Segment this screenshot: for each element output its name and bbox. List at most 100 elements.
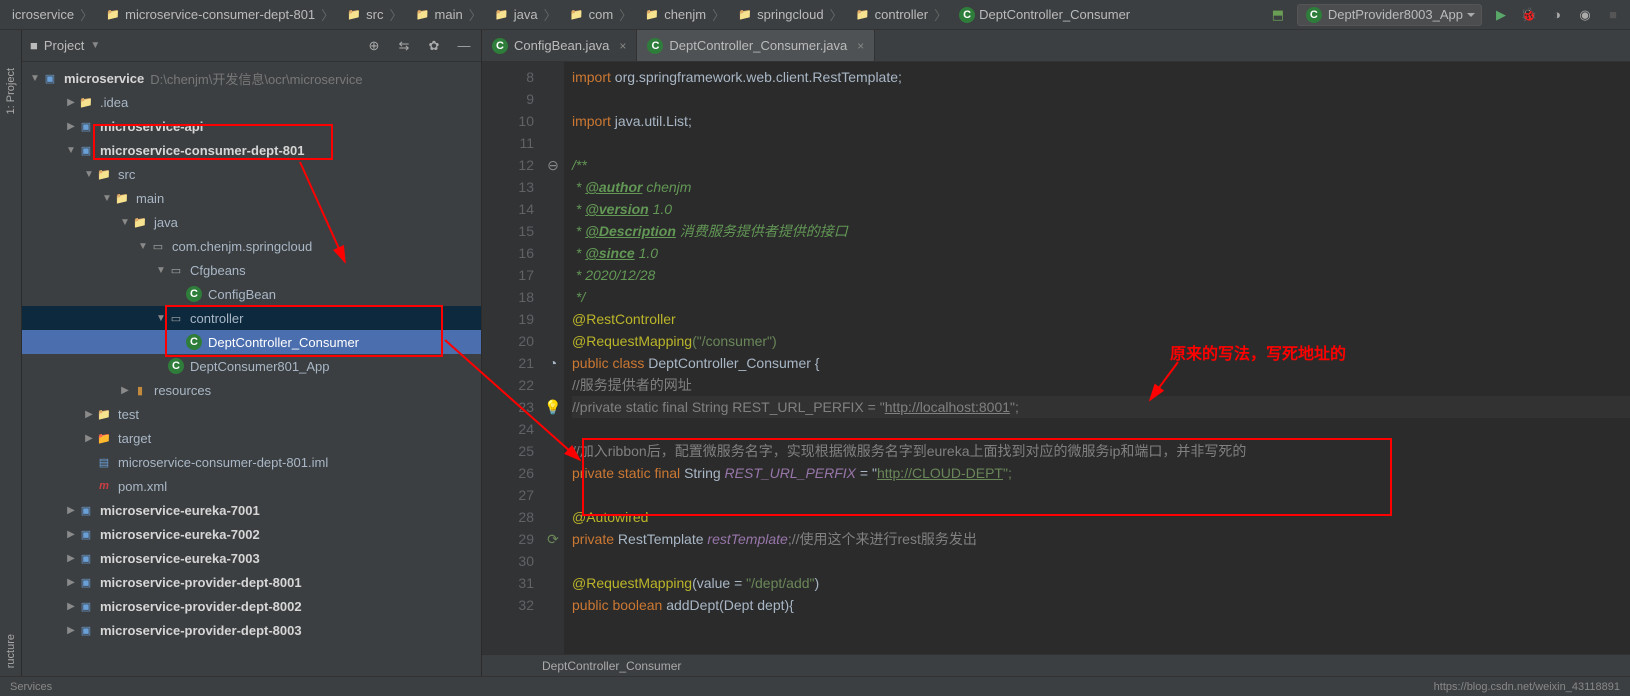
expand-icon[interactable]: ⇆ — [395, 37, 413, 55]
editor-tabs: ConfigBean.java×DeptController_Consumer.… — [482, 30, 1630, 62]
project-tool-window: ■ Project ▼ ⊕ ⇆ ✿ — ▼microservice D:\che… — [22, 30, 482, 676]
folder-icon — [415, 7, 431, 23]
module-icon — [78, 118, 94, 134]
tree-item[interactable]: ▼controller — [22, 306, 481, 330]
tree-item[interactable]: DeptController_Consumer — [22, 330, 481, 354]
tree-item[interactable]: ▶microservice-eureka-7001 — [22, 498, 481, 522]
tree-item[interactable]: ▼main — [22, 186, 481, 210]
tree-item[interactable]: ▶microservice-eureka-7002 — [22, 522, 481, 546]
breadcrumb-item[interactable]: com〉 — [565, 3, 639, 26]
close-icon[interactable]: × — [619, 39, 626, 53]
folder-icon — [346, 7, 362, 23]
breadcrumb-item[interactable]: src〉 — [342, 3, 408, 26]
module-icon — [78, 550, 94, 566]
editor-breadcrumb[interactable]: DeptController_Consumer — [482, 654, 1630, 676]
breadcrumb-item[interactable]: main〉 — [411, 3, 488, 26]
breadcrumb-item[interactable]: microservice-consumer-dept-801〉 — [101, 3, 340, 26]
breadcrumb-item[interactable]: springcloud〉 — [733, 3, 849, 26]
folder-icon — [644, 7, 660, 23]
tree-item[interactable]: ▼microservice-consumer-dept-801 — [22, 138, 481, 162]
breadcrumb-item[interactable]: DeptController_Consumer — [955, 5, 1134, 25]
breadcrumb-item[interactable]: controller〉 — [851, 3, 953, 26]
module-icon — [78, 502, 94, 518]
tree-item[interactable]: DeptConsumer801_App — [22, 354, 481, 378]
top-toolbar: icroservice〉microservice-consumer-dept-8… — [0, 0, 1630, 30]
project-panel-title[interactable]: ■ Project ▼ — [30, 38, 365, 53]
tool-tab-project[interactable]: 1: Project — [5, 60, 17, 122]
code-content[interactable]: import org.springframework.web.client.Re… — [564, 62, 1630, 654]
tool-tab-project-label: 1: Project — [5, 68, 17, 114]
iml-icon — [96, 454, 112, 470]
folder-icon — [105, 7, 121, 23]
breadcrumb-item[interactable]: java〉 — [490, 3, 563, 26]
tool-tab-structure[interactable]: ructure — [5, 626, 17, 676]
tree-item[interactable]: ▼com.chenjm.springcloud — [22, 234, 481, 258]
debug-button[interactable]: 🐞 — [1520, 6, 1538, 24]
top-actions: ⬒ DeptProvider8003_App ▶ 🐞 ◑ ◉ ■ — [1269, 4, 1622, 26]
tool-window-bar: 1: Project ructure — [0, 30, 22, 676]
run-config-selector[interactable]: DeptProvider8003_App — [1297, 4, 1482, 26]
pkg-icon — [150, 238, 166, 254]
editor-tab[interactable]: ConfigBean.java× — [482, 30, 637, 61]
stop-button[interactable]: ■ — [1604, 6, 1622, 24]
project-title-text: Project — [44, 38, 84, 53]
target-icon — [96, 430, 112, 446]
run-button[interactable]: ▶ — [1492, 6, 1510, 24]
tree-root[interactable]: ▼microservice D:\chenjm\开发信息\ocr\microse… — [22, 66, 481, 90]
breadcrumb-item[interactable]: chenjm〉 — [640, 3, 731, 26]
folder-icon — [855, 7, 871, 23]
res-icon — [132, 382, 148, 398]
tree-item[interactable]: ▶.idea — [22, 90, 481, 114]
folder-icon — [494, 7, 510, 23]
tree-item[interactable]: ▼java — [22, 210, 481, 234]
folder-icon — [96, 166, 112, 182]
run-icon — [1306, 7, 1322, 23]
folder-icon — [96, 406, 112, 422]
folder-icon — [132, 214, 148, 230]
folder-icon — [569, 7, 585, 23]
hide-icon[interactable]: — — [455, 37, 473, 55]
coverage-button[interactable]: ◑ — [1548, 6, 1566, 24]
status-left[interactable]: Services — [10, 681, 52, 693]
tree-item[interactable]: ▼Cfgbeans — [22, 258, 481, 282]
project-tree[interactable]: ▼microservice D:\chenjm\开发信息\ocr\microse… — [22, 62, 481, 676]
module-icon — [42, 70, 58, 86]
tree-item[interactable]: ▼src — [22, 162, 481, 186]
tree-item[interactable]: microservice-consumer-dept-801.iml — [22, 450, 481, 474]
module-icon — [78, 142, 94, 158]
marker-gutter: ⊖◔💡⟳ — [542, 62, 564, 654]
tree-item[interactable]: ▶target — [22, 426, 481, 450]
folder-icon — [114, 190, 130, 206]
pkg-icon — [168, 262, 184, 278]
tree-item[interactable]: ConfigBean — [22, 282, 481, 306]
line-number-gutter: 8910111213141516171819202122232425262728… — [482, 62, 542, 654]
tree-item[interactable]: ▶microservice-eureka-7003 — [22, 546, 481, 570]
tree-item[interactable]: pom.xml — [22, 474, 481, 498]
tree-item[interactable]: ▶microservice-provider-dept-8002 — [22, 594, 481, 618]
close-icon[interactable]: × — [857, 39, 864, 53]
locate-icon[interactable]: ⊕ — [365, 37, 383, 55]
module-icon — [78, 574, 94, 590]
class-icon — [186, 334, 202, 350]
settings-icon[interactable]: ✿ — [425, 37, 443, 55]
class-icon — [959, 7, 975, 23]
tree-item[interactable]: ▶test — [22, 402, 481, 426]
project-panel-header: ■ Project ▼ ⊕ ⇆ ✿ — — [22, 30, 481, 62]
tree-item[interactable]: ▶resources — [22, 378, 481, 402]
tree-item[interactable]: ▶microservice-api — [22, 114, 481, 138]
profiler-button[interactable]: ◉ — [1576, 6, 1594, 24]
status-bar: Services https://blog.csdn.net/weixin_43… — [0, 676, 1630, 696]
class-icon — [492, 38, 508, 54]
class-icon — [647, 38, 663, 54]
tree-item[interactable]: ▶microservice-provider-dept-8003 — [22, 618, 481, 642]
build-icon[interactable]: ⬒ — [1269, 6, 1287, 24]
breadcrumb-item[interactable]: icroservice〉 — [8, 3, 99, 26]
code-editor[interactable]: 8910111213141516171819202122232425262728… — [482, 62, 1630, 654]
tree-item[interactable]: ▶microservice-provider-dept-8001 — [22, 570, 481, 594]
module-icon — [78, 526, 94, 542]
run-config-label: DeptProvider8003_App — [1328, 7, 1463, 22]
editor-tab[interactable]: DeptController_Consumer.java× — [637, 30, 875, 61]
folder-icon — [737, 7, 753, 23]
status-right: https://blog.csdn.net/weixin_43118891 — [1434, 681, 1620, 693]
folder-icon — [78, 94, 94, 110]
